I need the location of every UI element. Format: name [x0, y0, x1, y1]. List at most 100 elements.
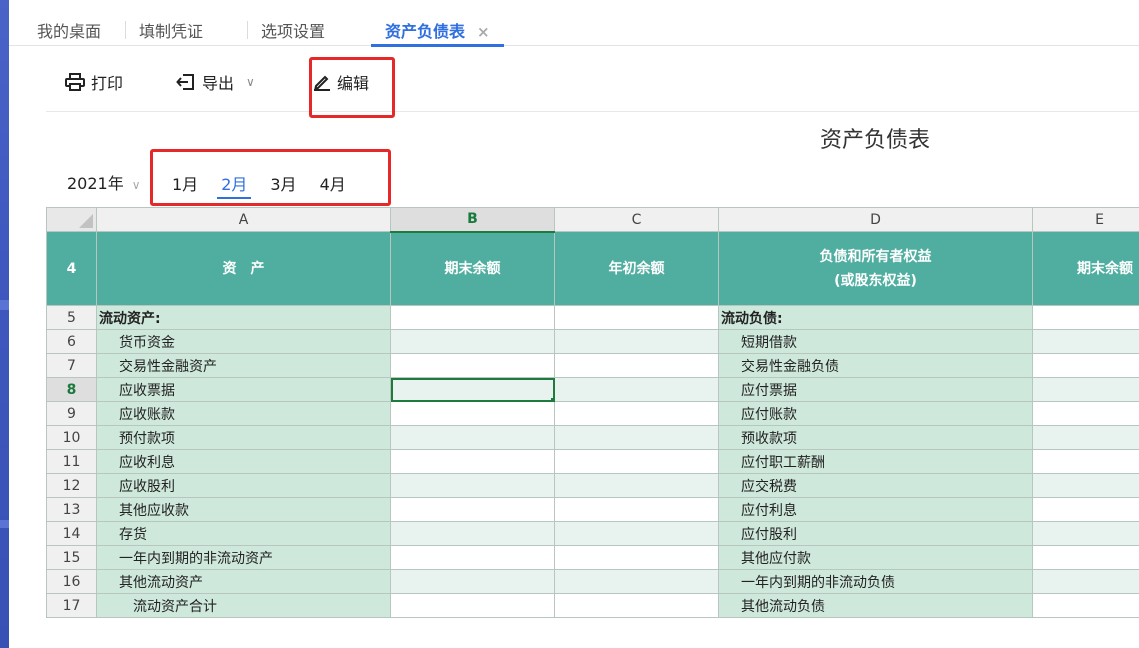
period-end-balance-cell[interactable] [390, 353, 555, 378]
liability-item-cell[interactable]: 应付票据 [718, 377, 1033, 402]
row-number[interactable]: 6 [46, 329, 97, 354]
tab-fill-voucher[interactable]: 填制凭证 [139, 18, 203, 46]
liability-period-end-cell[interactable] [1032, 425, 1139, 450]
spreadsheet[interactable]: A B C D E 4 资 产 期末余额 年初余额 负债和所有者权益 (或股东权… [46, 207, 1139, 648]
header-liabilities-equity[interactable]: 负债和所有者权益 (或股东权益) [718, 231, 1033, 306]
header-period-end-balance[interactable]: 期末余额 [390, 231, 555, 306]
year-begin-balance-cell[interactable] [554, 569, 719, 594]
year-begin-balance-cell[interactable] [554, 329, 719, 354]
row-number[interactable]: 11 [46, 449, 97, 474]
column-header-a[interactable]: A [96, 207, 391, 232]
asset-item-cell[interactable]: 流动资产合计 [96, 593, 391, 618]
asset-item-cell[interactable]: 其他流动资产 [96, 569, 391, 594]
liability-period-end-cell[interactable] [1032, 545, 1139, 570]
liability-item-cell[interactable]: 应付股利 [718, 521, 1033, 546]
export-button[interactable]: 导出 ∨ [176, 70, 255, 94]
row-number[interactable]: 12 [46, 473, 97, 498]
asset-item-cell[interactable]: 货币资金 [96, 329, 391, 354]
column-header-d[interactable]: D [718, 207, 1033, 232]
year-begin-balance-cell[interactable] [554, 497, 719, 522]
liability-item-cell[interactable]: 其他流动负债 [718, 593, 1033, 618]
row-number[interactable]: 14 [46, 521, 97, 546]
year-begin-balance-cell[interactable] [554, 353, 719, 378]
asset-item-cell[interactable]: 存货 [96, 521, 391, 546]
period-end-balance-cell[interactable] [390, 473, 555, 498]
asset-item-cell[interactable]: 其他应收款 [96, 497, 391, 522]
liability-item-cell[interactable]: 一年内到期的非流动负债 [718, 569, 1033, 594]
liability-item-cell[interactable]: 应交税费 [718, 473, 1033, 498]
liability-item-cell[interactable]: 应付账款 [718, 401, 1033, 426]
asset-item-cell[interactable]: 一年内到期的非流动资产 [96, 545, 391, 570]
liability-item-cell[interactable]: 应付职工薪酬 [718, 449, 1033, 474]
liability-period-end-cell[interactable] [1032, 449, 1139, 474]
period-end-balance-cell[interactable] [390, 569, 555, 594]
month-tab-3[interactable]: 3月 [270, 171, 296, 195]
liability-item-cell[interactable]: 应付利息 [718, 497, 1033, 522]
year-begin-balance-cell[interactable] [554, 449, 719, 474]
asset-item-cell[interactable]: 交易性金融资产 [96, 353, 391, 378]
row-number[interactable]: 8 [46, 377, 97, 402]
period-end-balance-cell[interactable] [390, 377, 555, 402]
year-begin-balance-cell[interactable] [554, 401, 719, 426]
header-period-end-balance-2[interactable]: 期末余额 [1032, 231, 1139, 306]
row-number[interactable]: 9 [46, 401, 97, 426]
liability-period-end-cell[interactable] [1032, 401, 1139, 426]
period-end-balance-cell[interactable] [390, 545, 555, 570]
year-select[interactable]: 2021年 ∨ [67, 170, 141, 194]
select-all-corner[interactable] [46, 207, 97, 232]
year-begin-balance-cell[interactable] [554, 305, 719, 330]
period-end-balance-cell[interactable] [390, 593, 555, 618]
liability-period-end-cell[interactable] [1032, 497, 1139, 522]
year-begin-balance-cell[interactable] [554, 473, 719, 498]
period-end-balance-cell[interactable] [390, 329, 555, 354]
close-icon[interactable]: × [477, 23, 490, 41]
asset-item-cell[interactable]: 应收账款 [96, 401, 391, 426]
period-end-balance-cell[interactable] [390, 425, 555, 450]
asset-item-cell[interactable]: 应收股利 [96, 473, 391, 498]
liability-period-end-cell[interactable] [1032, 329, 1139, 354]
year-begin-balance-cell[interactable] [554, 593, 719, 618]
liability-period-end-cell[interactable] [1032, 305, 1139, 330]
row-number[interactable]: 4 [46, 231, 97, 306]
row-number[interactable]: 5 [46, 305, 97, 330]
liability-item-cell[interactable]: 短期借款 [718, 329, 1033, 354]
row-number[interactable]: 7 [46, 353, 97, 378]
tab-my-desktop[interactable]: 我的桌面 [37, 18, 101, 46]
period-end-balance-cell[interactable] [390, 449, 555, 474]
month-tab-2[interactable]: 2月 [217, 171, 252, 199]
tab-options-settings[interactable]: 选项设置 [261, 18, 325, 46]
period-end-balance-cell[interactable] [390, 521, 555, 546]
year-begin-balance-cell[interactable] [554, 521, 719, 546]
year-begin-balance-cell[interactable] [554, 377, 719, 402]
row-number[interactable]: 17 [46, 593, 97, 618]
liability-item-cell[interactable]: 流动负债: [718, 305, 1033, 330]
row-number[interactable]: 16 [46, 569, 97, 594]
liability-period-end-cell[interactable] [1032, 521, 1139, 546]
liability-item-cell[interactable]: 预收款项 [718, 425, 1033, 450]
asset-item-cell[interactable]: 预付款项 [96, 425, 391, 450]
year-begin-balance-cell[interactable] [554, 425, 719, 450]
column-header-e[interactable]: E [1032, 207, 1139, 232]
header-assets[interactable]: 资 产 [96, 231, 391, 306]
month-tab-1[interactable]: 1月 [172, 171, 198, 195]
row-number[interactable]: 13 [46, 497, 97, 522]
column-header-b[interactable]: B [390, 207, 555, 233]
row-number[interactable]: 15 [46, 545, 97, 570]
row-number[interactable]: 10 [46, 425, 97, 450]
liability-item-cell[interactable]: 交易性金融负债 [718, 353, 1033, 378]
column-header-c[interactable]: C [554, 207, 719, 232]
period-end-balance-cell[interactable] [390, 305, 555, 330]
header-year-begin-balance[interactable]: 年初余额 [554, 231, 719, 306]
month-tab-4[interactable]: 4月 [320, 171, 346, 195]
period-end-balance-cell[interactable] [390, 401, 555, 426]
year-begin-balance-cell[interactable] [554, 545, 719, 570]
liability-period-end-cell[interactable] [1032, 473, 1139, 498]
liability-period-end-cell[interactable] [1032, 353, 1139, 378]
tab-balance-sheet[interactable]: 资产负债表 × [371, 18, 504, 47]
liability-period-end-cell[interactable] [1032, 569, 1139, 594]
asset-item-cell[interactable]: 应收票据 [96, 377, 391, 402]
asset-item-cell[interactable]: 流动资产: [96, 305, 391, 330]
liability-period-end-cell[interactable] [1032, 377, 1139, 402]
asset-item-cell[interactable]: 应收利息 [96, 449, 391, 474]
liability-item-cell[interactable]: 其他应付款 [718, 545, 1033, 570]
